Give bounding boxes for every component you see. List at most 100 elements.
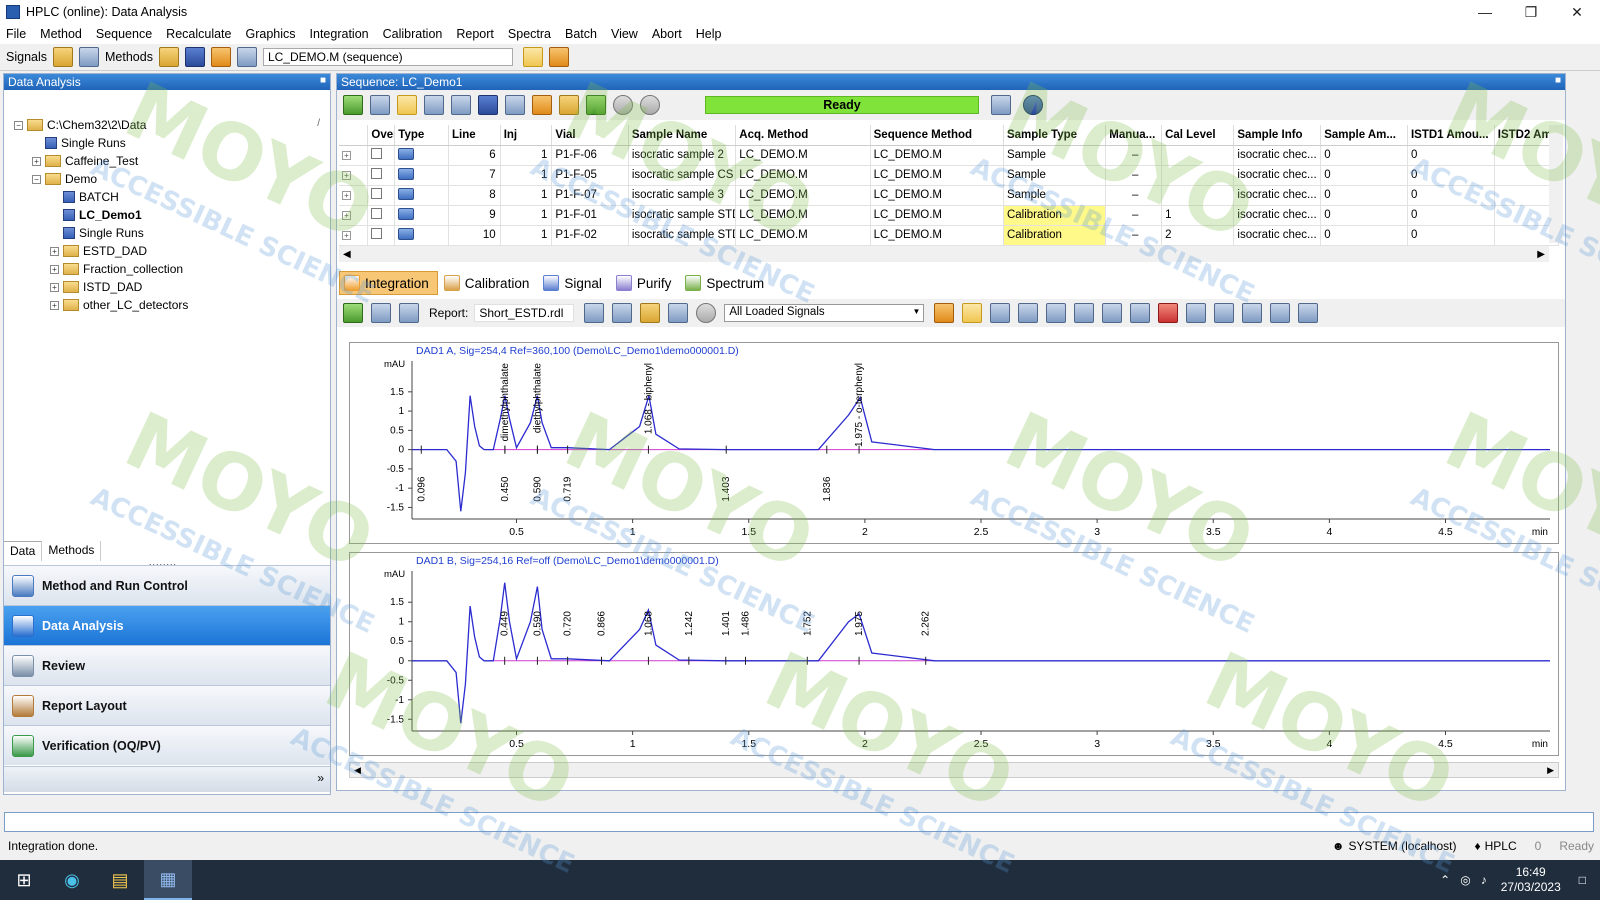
save-method-icon[interactable] [184,47,205,67]
tab-integration[interactable]: Integration [339,271,438,295]
delete-peak-icon[interactable] [1158,303,1179,323]
zoom-out-icon[interactable] [990,303,1011,323]
expand-icon[interactable]: + [342,211,351,220]
scroll-left-icon[interactable]: ◀ [343,249,351,260]
tab-signal[interactable]: Signal [539,271,610,295]
drop-line-icon[interactable] [1074,303,1095,323]
batch-icon[interactable] [451,95,471,115]
nav-data-analysis[interactable]: Data Analysis [4,605,330,645]
draw-baseline-icon[interactable] [1046,303,1067,323]
tab-spectrum[interactable]: Spectrum [681,271,772,295]
split-peak-icon[interactable] [1102,303,1123,323]
integrate-icon[interactable] [343,303,363,323]
close-button[interactable]: ✕ [1554,0,1600,24]
sequence-table-icon[interactable] [343,95,363,115]
expand-icon[interactable]: + [50,264,59,274]
restore-button[interactable]: ❐ [1508,0,1554,24]
nav-more-bar[interactable]: » [4,766,330,792]
tab-calibration[interactable]: Calibration [440,271,538,295]
column-header[interactable]: Sample Type [1003,125,1107,146]
integration-events-icon[interactable] [371,303,391,323]
overlay-checkbox[interactable] [371,168,383,179]
pin-icon[interactable]: ■ [1555,75,1561,86]
nav-verification-oq-pv[interactable]: Verification (OQ/PV) [4,725,330,765]
peak-table-icon[interactable] [1242,303,1263,323]
column-header[interactable]: Overlay [367,125,396,146]
tree-node[interactable]: − Demo [14,170,330,188]
report-print-icon[interactable] [668,303,689,323]
back-arrow-icon[interactable] [991,95,1011,115]
signal-select[interactable]: All Loaded Signals [724,304,925,322]
menu-abort[interactable]: Abort [652,27,682,41]
tab-data[interactable]: Data [4,541,43,561]
menu-file[interactable]: File [6,27,26,41]
overlay-checkbox[interactable] [371,228,383,239]
overlay-checkbox[interactable] [371,208,383,219]
report-open-icon[interactable] [640,303,661,323]
signal-options-icon[interactable] [79,47,99,67]
column-header[interactable]: Sample Am... [1320,125,1408,146]
menu-sequence[interactable]: Sequence [96,27,152,41]
nav-report-layout[interactable]: Report Layout [4,685,330,725]
chromatogram-b[interactable]: DAD1 B, Sig=254,16 Ref=off (Demo\LC_Demo… [349,552,1559,756]
column-header[interactable]: Sequence Method [870,125,1004,146]
expand-cell[interactable]: + [339,165,369,186]
table-horizontal-scrollbar[interactable]: ◀ ▶ [339,246,1549,262]
network-icon[interactable]: ◎ [1460,873,1470,887]
expand-icon[interactable]: + [342,231,351,240]
expand-cell[interactable]: + [339,225,369,246]
overlay-checkbox[interactable] [371,188,383,199]
column-header[interactable]: Line [448,125,501,146]
redo-arrow-icon[interactable] [586,95,606,115]
scroll-right-icon[interactable]: ▶ [1537,249,1545,260]
expand-icon[interactable]: + [342,151,351,160]
column-header[interactable]: Manua... [1105,125,1163,146]
undo-icon[interactable] [1186,303,1207,323]
method-book-icon[interactable] [236,47,257,67]
tree-node[interactable]: + Fraction_collection [14,260,330,278]
clear-icon[interactable] [1214,303,1235,323]
results-icon[interactable] [1298,303,1319,323]
clock[interactable]: 16:49 27/03/2023 [1501,865,1561,895]
method-sequence-field[interactable]: LC_DEMO.M (sequence) [262,48,513,66]
table-row[interactable]: +9 1 P1-F-01 isocratic sample STD LC_DEMO.M L… [339,205,1560,226]
menu-recalculate[interactable]: Recalculate [166,27,231,41]
tab-methods[interactable]: Methods [42,541,102,561]
menu-spectra[interactable]: Spectra [508,27,551,41]
file-explorer-icon[interactable]: ▤ [96,860,144,900]
tree-node[interactable]: + ESTD_DAD [14,242,330,260]
open-method-icon[interactable] [158,47,179,67]
nav-review[interactable]: Review [4,645,330,685]
overlay-cell[interactable] [367,225,396,246]
zoom-in-icon[interactable] [962,303,983,323]
tab-purify[interactable]: Purify [612,271,680,295]
hand-icon[interactable] [548,47,569,67]
scroll-right-icon[interactable]: ▶ [1547,765,1554,776]
scroll-left-icon[interactable]: ◀ [354,765,361,776]
expand-icon[interactable]: + [32,156,41,166]
tree-node[interactable]: + Caffeine_Test [14,152,330,170]
hplc-app-icon[interactable]: ▦ [144,860,192,900]
report-copy-icon[interactable] [584,303,605,323]
report-icon[interactable] [532,95,552,115]
overlay-cell[interactable] [367,205,396,226]
sequence-params-icon[interactable] [370,95,390,115]
overlay-checkbox[interactable] [371,148,383,159]
browser-icon[interactable]: ◉ [48,860,96,900]
expand-cell[interactable]: + [339,185,369,206]
collapse-icon[interactable]: − [32,174,41,184]
expand-icon[interactable]: + [50,246,59,256]
nav-method-and-run-control[interactable]: Method and Run Control [4,565,330,605]
minimize-button[interactable]: — [1462,0,1508,24]
column-header[interactable]: Type [394,125,450,146]
tray-chevron-icon[interactable]: ⌃ [1440,873,1450,887]
start-icon[interactable]: ⊞ [0,860,48,900]
method-info-icon[interactable] [210,47,231,67]
chart-horizontal-scrollbar[interactable]: ◀ ▶ [349,762,1559,778]
stop-icon[interactable] [613,95,633,115]
report-preview-icon[interactable] [612,303,633,323]
menu-calibration[interactable]: Calibration [383,27,443,41]
column-header[interactable]: Inj [500,125,553,146]
chevron-right-icon[interactable]: » [317,771,324,785]
column-header[interactable]: ISTD1 Amou... [1407,125,1495,146]
